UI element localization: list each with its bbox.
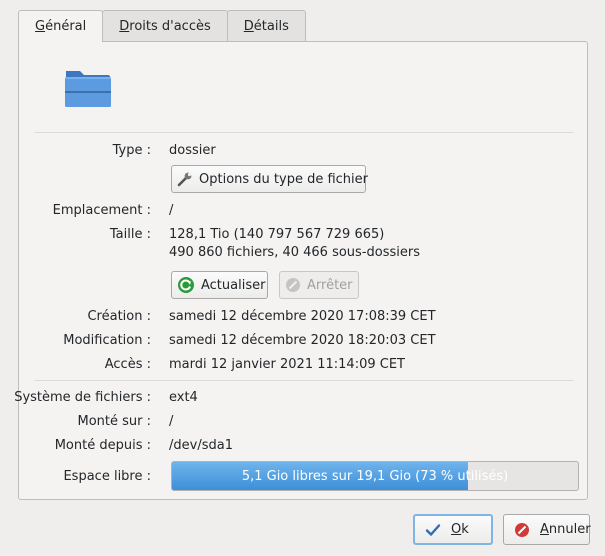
- tab-general[interactable]: Général: [18, 10, 104, 42]
- stop-label: Arrêter: [307, 277, 353, 293]
- tab-bar: Général Droits d'accès Détails: [18, 10, 306, 42]
- tab-access-rights-mnemonic: D: [119, 18, 130, 34]
- ok-label: k: [461, 522, 469, 537]
- cancel-label: nnuler: [548, 522, 591, 537]
- location-value: /: [169, 203, 174, 218]
- size-contents: 490 860 fichiers, 40 466 sous-dossiers: [169, 245, 420, 260]
- cancel-icon: [514, 522, 530, 538]
- modified-label: Modification :: [63, 333, 151, 348]
- tab-details[interactable]: Détails: [226, 10, 306, 41]
- tab-access-rights-label: roits d'accès: [129, 18, 211, 34]
- stop-button[interactable]: Arrêter: [279, 271, 359, 299]
- size-value: 128,1 Tio (140 797 567 729 665): [169, 227, 385, 242]
- file-type-options-label: Options du type de fichier: [199, 171, 368, 187]
- wrench-icon: [177, 170, 193, 188]
- mounted-on-label: Monté sur :: [77, 414, 151, 429]
- size-label: Taille :: [109, 227, 151, 242]
- tab-access-rights[interactable]: Droits d'accès: [102, 10, 228, 41]
- accessed-label: Accès :: [104, 357, 151, 372]
- mounted-on-value: /: [169, 414, 174, 429]
- ok-button[interactable]: Ok: [413, 514, 493, 545]
- tab-general-mnemonic: G: [35, 19, 46, 34]
- free-space-bar: 5,1 Gio libres sur 19,1 Gio (73 % utilis…: [171, 461, 579, 491]
- accessed-value: mardi 12 janvier 2021 11:14:09 CET: [169, 357, 405, 372]
- type-label: Type :: [112, 143, 151, 158]
- filesystem-value: ext4: [169, 390, 198, 405]
- tab-details-mnemonic: D: [243, 18, 254, 34]
- refresh-label: Actualiser: [201, 277, 266, 293]
- modified-value: samedi 12 décembre 2020 18:20:03 CET: [169, 333, 436, 348]
- general-panel: Type : dossier Options du type de fichie…: [14, 41, 588, 500]
- ok-mnemonic: O: [451, 522, 462, 537]
- type-value: dossier: [169, 143, 216, 158]
- refresh-button[interactable]: Actualiser: [171, 271, 268, 299]
- tab-general-label: énéral: [45, 19, 87, 34]
- free-space-label: Espace libre :: [63, 469, 151, 484]
- separator: [34, 380, 574, 381]
- file-type-options-button[interactable]: Options du type de fichier: [171, 165, 368, 193]
- checkmark-icon: [425, 522, 441, 538]
- separator: [34, 132, 574, 133]
- refresh-icon: [177, 276, 195, 294]
- created-label: Création :: [87, 309, 151, 324]
- location-label: Emplacement :: [52, 203, 151, 218]
- folder-icon[interactable]: [64, 67, 112, 113]
- tab-details-label: étails: [253, 18, 289, 34]
- filesystem-label: Système de fichiers :: [14, 390, 151, 405]
- mounted-from-value: /dev/sda1: [169, 438, 233, 453]
- free-space-text: 5,1 Gio libres sur 19,1 Gio (73 % utilis…: [241, 468, 509, 484]
- mounted-from-label: Monté depuis :: [54, 438, 151, 453]
- stop-icon: [285, 276, 301, 294]
- cancel-button[interactable]: Annuler: [503, 514, 591, 545]
- created-value: samedi 12 décembre 2020 17:08:39 CET: [169, 309, 436, 324]
- cancel-mnemonic: A: [540, 522, 549, 537]
